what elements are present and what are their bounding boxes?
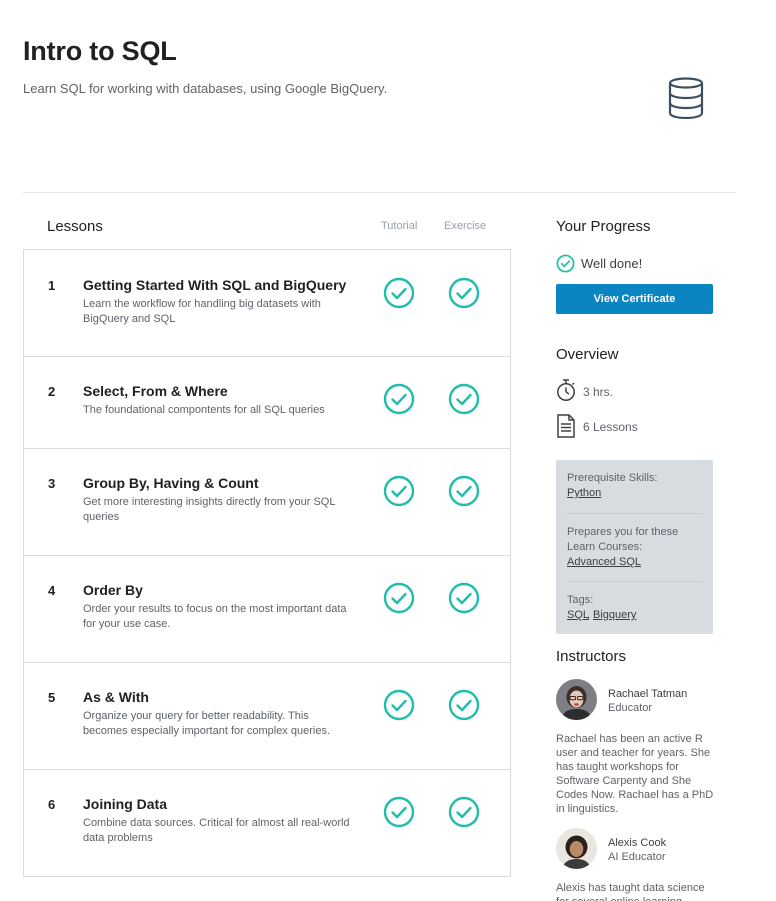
instructor-bio: Alexis has taught data science for sever… [556,882,705,901]
lesson-row[interactable]: 3 Group By, Having & Count Get more inte… [24,449,510,556]
lesson-row[interactable]: 5 As & With Organize your query for bett… [24,663,510,770]
instructor-bio: Rachael has been an active R user and te… [556,733,714,815]
course-info-box: Prerequisite Skills: Python Prepares you… [556,460,713,634]
exercise-check-icon[interactable] [448,582,480,614]
tutorial-check-icon[interactable] [383,582,415,614]
lesson-description: The foundational compontents for all SQL… [83,404,325,416]
instructor-name[interactable]: Rachael Tatman [608,688,687,700]
database-icon [668,77,704,119]
instructors-heading: Instructors [556,648,627,665]
prerequisite-link[interactable]: Python [567,487,601,499]
info-divider [567,513,703,514]
stopwatch-icon [557,379,575,401]
check-circle-icon [556,254,575,273]
info-divider [567,581,703,582]
tutorial-check-icon[interactable] [383,796,415,828]
exercise-column-label: Exercise [444,220,487,232]
avatar[interactable] [556,828,597,869]
exercise-check-icon[interactable] [448,796,480,828]
view-certificate-button[interactable]: View Certificate [556,284,713,314]
lessons-list: 1 Getting Started With SQL and BigQuery … [23,249,511,877]
lesson-title[interactable]: Getting Started With SQL and BigQuery [83,277,346,293]
lessons-count: 6 Lessons [583,420,638,434]
lessons-heading: Lessons [47,218,103,235]
prepares-label: Prepares you for these Learn Courses: [567,526,679,553]
lesson-description: Order your results to focus on the most … [83,603,347,630]
tag-separator: , [587,609,591,621]
lesson-number: 4 [48,583,56,598]
lesson-description: Learn the workflow for handling big data… [83,298,321,325]
lesson-description: Get more interesting insights directly f… [83,496,336,523]
instructor-role: AI Educator [608,851,666,863]
prerequisite-label: Prerequisite Skills: [567,472,658,484]
lesson-title[interactable]: Select, From & Where [83,383,228,399]
lesson-title[interactable]: Order By [83,582,143,598]
exercise-check-icon[interactable] [448,277,480,309]
lesson-number: 3 [48,476,56,491]
page-subtitle: Learn SQL for working with databases, us… [23,81,388,96]
lesson-number: 1 [48,278,56,293]
exercise-check-icon[interactable] [448,383,480,415]
tutorial-check-icon[interactable] [383,475,415,507]
tutorial-check-icon[interactable] [383,277,415,309]
progress-status: Well done! [581,256,643,271]
document-icon [557,414,575,438]
tag-link[interactable]: Bigquery [593,609,636,621]
prepares-link[interactable]: Advanced SQL [567,556,641,568]
lesson-title[interactable]: Joining Data [83,796,167,812]
overview-heading: Overview [556,346,619,363]
lesson-number: 5 [48,690,56,705]
progress-heading: Your Progress [556,218,651,235]
instructor-name[interactable]: Alexis Cook [608,837,666,849]
instructor-role: Educator [608,702,653,714]
header-divider [23,192,736,193]
lesson-number: 2 [48,384,56,399]
tutorial-column-label: Tutorial [381,220,418,232]
avatar[interactable] [556,679,597,720]
lesson-number: 6 [48,797,56,812]
instructor-photo-icon [556,828,597,869]
lesson-description: Combine data sources. Critical for almos… [83,817,350,844]
tutorial-check-icon[interactable] [383,689,415,721]
instructor-photo-icon [556,679,597,720]
exercise-check-icon[interactable] [448,689,480,721]
lesson-title[interactable]: Group By, Having & Count [83,475,259,491]
lesson-row[interactable]: 6 Joining Data Combine data sources. Cri… [24,770,510,876]
lesson-description: Organize your query for better readabili… [83,710,331,737]
tutorial-check-icon[interactable] [383,383,415,415]
course-duration: 3 hrs. [583,385,614,399]
page-title: Intro to SQL [23,36,177,66]
lesson-row[interactable]: 1 Getting Started With SQL and BigQuery … [24,250,510,357]
tags-label: Tags: [567,594,594,606]
lesson-row[interactable]: 4 Order By Order your results to focus o… [24,556,510,663]
exercise-check-icon[interactable] [448,475,480,507]
lesson-row[interactable]: 2 Select, From & Where The foundational … [24,357,510,449]
lesson-title[interactable]: As & With [83,689,149,705]
tag-link[interactable]: SQL [567,609,589,621]
